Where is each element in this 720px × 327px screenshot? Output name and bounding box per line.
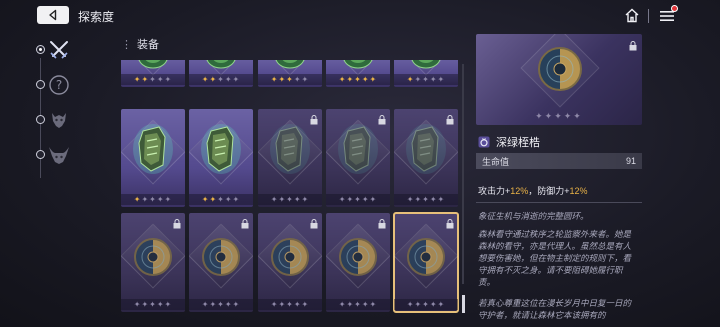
- star-rating: ✦✦✦✦✦: [258, 194, 322, 205]
- lock-icon: [378, 216, 386, 234]
- green-gauntlet-icon: [266, 121, 314, 182]
- star-rating: ✦✦✦✦✦: [258, 299, 322, 310]
- lock-icon: [446, 216, 454, 234]
- lock-icon: [310, 112, 318, 130]
- back-button[interactable]: [37, 6, 69, 24]
- bonus-attack-value: 12%: [510, 186, 529, 196]
- equipment-card[interactable]: ✦✦✦✦✦: [121, 213, 185, 312]
- half-gold-shield-icon: [406, 237, 446, 282]
- equipment-card[interactable]: ✦✦✦✦✦: [121, 109, 185, 207]
- stat-value: 91: [625, 156, 636, 166]
- item-preview: ✦✦✦✦✦: [476, 34, 642, 125]
- equipment-card[interactable]: ✦✦✦✦✦: [393, 212, 459, 313]
- green-gauntlet-icon: [402, 121, 450, 182]
- sidebar-item-horned[interactable]: [44, 140, 74, 170]
- svg-text:?: ?: [56, 78, 62, 92]
- star-rating: ✦✦✦✦✦: [394, 194, 458, 205]
- lock-icon: [310, 216, 318, 234]
- bonus-defense-label: ，防御力+: [528, 186, 570, 196]
- equipment-card[interactable]: ✦✦✦✦✦: [121, 60, 185, 87]
- question-mark-icon: ?: [49, 75, 69, 95]
- lock-icon: [378, 112, 386, 130]
- menu-icon[interactable]: [660, 9, 674, 27]
- sidebar-item-demon[interactable]: [44, 105, 74, 135]
- lore-line-1: 象征生机与消逝的完整圆环。: [478, 211, 589, 221]
- green-gauntlet-icon: [334, 121, 382, 182]
- star-rating: ✦✦✦✦✦: [326, 299, 390, 310]
- equipment-grid: ✦✦✦✦✦ ✦✦✦✦✦ ✦✦✦✦✦ ✦✦✦✦✦ ✦✦✦✦✦ ✦✦✦✦✦ ✦✦✦✦✦ ✦✦✦✦✦…: [121, 60, 461, 327]
- equipment-card[interactable]: ✦✦✦✦✦: [326, 109, 390, 207]
- equipment-card[interactable]: ✦✦✦✦✦: [258, 213, 322, 312]
- equipment-card[interactable]: ✦✦✦✦✦: [189, 213, 253, 312]
- lore-scroll[interactable]: 象征生机与消逝的完整圆环。 森林看守通过秩序之轮监察外来者。她是森林的看守，亦是…: [476, 208, 646, 327]
- star-rating: ✦✦✦✦✦: [394, 74, 458, 85]
- half-gold-shield-icon: [270, 237, 310, 282]
- crossed-swords-icon: [50, 41, 68, 59]
- equipment-card[interactable]: ✦✦✦✦✦: [326, 60, 390, 87]
- stat-row: 生命值 91: [476, 153, 642, 169]
- section-header: ⋮ 装备: [121, 36, 159, 52]
- bonus-attack-label: 攻击力+: [478, 186, 511, 196]
- equipment-card[interactable]: ✦✦✦✦✦: [394, 60, 458, 87]
- grid-scrollbar[interactable]: [462, 64, 464, 284]
- page-title: 探索度: [78, 10, 115, 24]
- star-rating: ✦✦✦✦✦: [258, 74, 322, 85]
- lock-icon: [446, 112, 454, 130]
- green-gauntlet-icon: [129, 121, 177, 182]
- item-name-row: 深绿桎梏: [478, 134, 540, 150]
- star-rating: ✦✦✦✦✦: [189, 194, 253, 205]
- back-arrow-icon: [49, 9, 57, 21]
- half-gold-shield-icon: [133, 237, 173, 282]
- lock-icon: [173, 216, 181, 234]
- star-rating: ✦✦✦✦✦: [326, 74, 390, 85]
- equipment-card[interactable]: ✦✦✦✦✦: [258, 60, 322, 87]
- half-gold-shield-icon: [201, 237, 241, 282]
- star-rating: ✦✦✦✦✦: [121, 299, 185, 310]
- bonus-text: 攻击力+12%，防御力+12%: [478, 184, 588, 197]
- demon-mask-icon: [52, 113, 66, 128]
- horned-demon-icon: [49, 147, 69, 164]
- star-rating: ✦✦✦✦✦: [121, 74, 185, 85]
- bonus-defense-value: 12%: [569, 186, 588, 196]
- half-gold-shield-icon: [538, 47, 582, 91]
- stat-label: 生命值: [482, 156, 510, 167]
- star-rating: ✦✦✦✦✦: [121, 194, 185, 205]
- star-rating: ✦✦✦✦✦: [189, 299, 253, 310]
- panel-divider: [476, 202, 642, 203]
- star-rating: ✦✦✦✦✦: [189, 74, 253, 85]
- green-gauntlet-icon: [197, 121, 245, 182]
- section-dots-icon: ⋮: [121, 39, 132, 51]
- notification-dot: [671, 5, 678, 12]
- equipment-card[interactable]: ✦✦✦✦✦: [189, 60, 253, 87]
- equipment-card[interactable]: ✦✦✦✦✦: [326, 213, 390, 312]
- half-gold-shield-icon: [338, 237, 378, 282]
- lore-paragraph-1: 森林看守通过秩序之轮监察外来者。她是森林的看守，亦是代理人。虽然总是有人想要伤害…: [478, 229, 632, 287]
- preview-star-rating: ✦✦✦✦✦: [535, 111, 583, 121]
- equipment-card[interactable]: ✦✦✦✦✦: [189, 109, 253, 207]
- sidebar-item-unknown[interactable]: ?: [44, 70, 74, 100]
- sidebar-item-equipment[interactable]: [44, 35, 74, 65]
- section-label: 装备: [137, 39, 159, 51]
- topbar-divider: [648, 9, 649, 23]
- star-rating: ✦✦✦✦✦: [326, 194, 390, 205]
- star-rating: ✦✦✦✦✦: [394, 299, 458, 310]
- lock-icon: [629, 38, 637, 56]
- ring-icon: [478, 136, 490, 148]
- lore-paragraph-2: 若真心尊重这位在漫长岁月中日复一日的守护者，就请让森林它本该拥有的: [478, 298, 632, 320]
- grid-scroll-thumb[interactable]: [462, 295, 465, 313]
- lock-icon: [241, 216, 249, 234]
- home-icon[interactable]: [624, 8, 640, 28]
- item-name: 深绿桎梏: [496, 137, 540, 149]
- equipment-card[interactable]: ✦✦✦✦✦: [394, 109, 458, 207]
- equipment-card[interactable]: ✦✦✦✦✦: [258, 109, 322, 207]
